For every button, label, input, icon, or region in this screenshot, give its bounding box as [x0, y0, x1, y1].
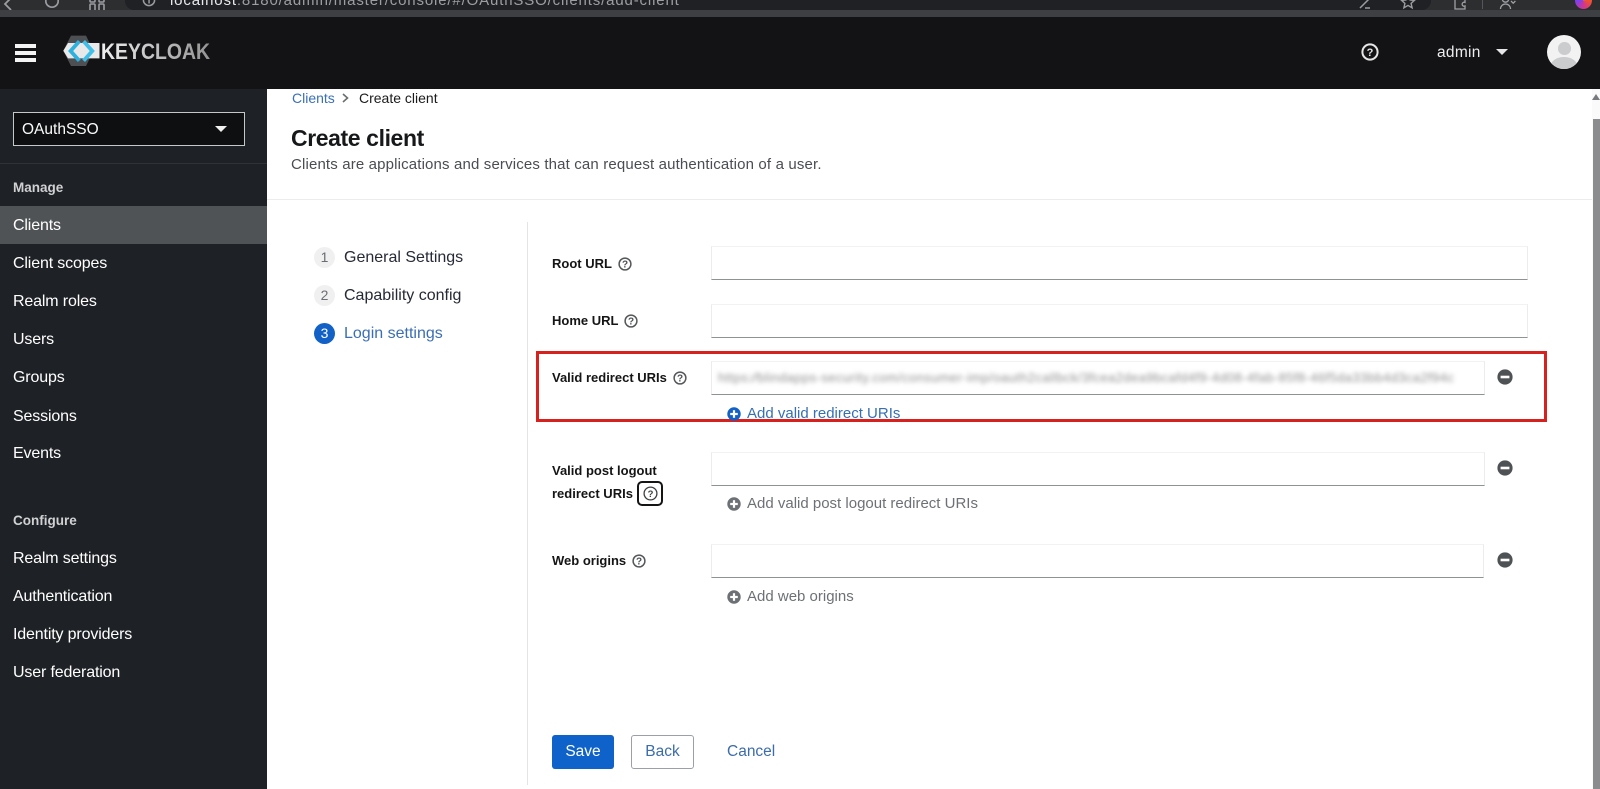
svg-text:?: ?: [622, 260, 628, 271]
svg-text:?: ?: [677, 374, 683, 385]
svg-text:?: ?: [648, 489, 654, 500]
svg-text:?: ?: [636, 557, 642, 568]
svg-text:?: ?: [1367, 47, 1374, 59]
svg-text:KEYCLOAK: KEYCLOAK: [101, 39, 210, 64]
svg-text:?: ?: [628, 317, 634, 328]
